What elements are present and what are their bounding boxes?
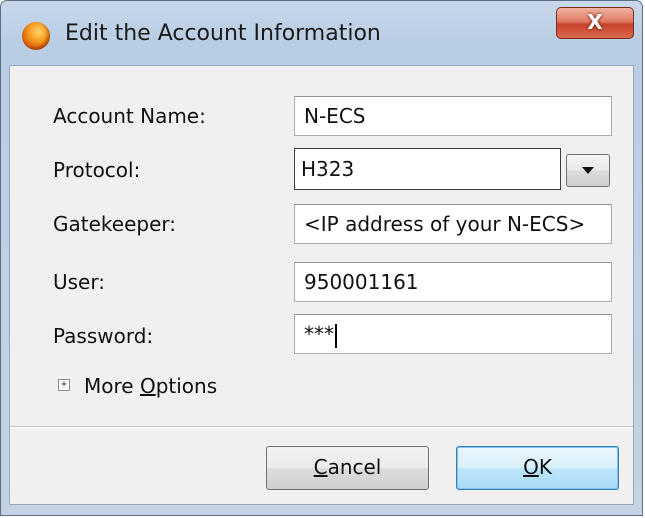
more-options-accel: O [139,374,156,398]
window-title: Edit the Account Information [65,21,381,46]
expand-plus-icon: + [58,379,70,391]
ok-label-rest: K [538,455,552,479]
account-name-label: Account Name: [53,104,206,128]
more-options-label-rest: ptions [155,374,218,398]
cancel-button[interactable]: Cancel [266,446,429,490]
more-options-label-prefix: More [84,374,140,398]
more-options-label: More Options [84,374,217,398]
user-field[interactable]: 950001161 [294,262,612,302]
separator [10,426,633,428]
protocol-dropdown-button[interactable] [566,154,610,187]
gatekeeper-field[interactable]: <IP address of your N-ECS> [294,204,612,244]
protocol-select[interactable]: H323 [294,148,561,190]
password-field[interactable]: *** [294,314,612,354]
cancel-accel: C [313,455,328,479]
protocol-label: Protocol: [53,158,141,182]
close-button[interactable]: X [556,7,634,39]
ok-accel: O [523,455,539,479]
title-bar[interactable]: Edit the Account Information X [1,1,642,65]
gatekeeper-label: Gatekeeper: [53,212,176,236]
password-value: *** [304,322,334,346]
dialog-window: Edit the Account Information X Account N… [0,0,643,516]
user-label: User: [53,270,105,294]
close-icon: X [587,10,603,34]
ok-button[interactable]: OK [456,446,619,490]
chevron-down-icon [582,167,594,174]
text-cursor [335,323,337,348]
cancel-label-rest: ancel [327,455,382,479]
account-name-field[interactable]: N-ECS [294,96,612,136]
app-icon [22,22,50,50]
password-label: Password: [53,324,154,348]
dialog-content: Account Name: N-ECS Protocol: H323 Gatek… [9,65,634,505]
